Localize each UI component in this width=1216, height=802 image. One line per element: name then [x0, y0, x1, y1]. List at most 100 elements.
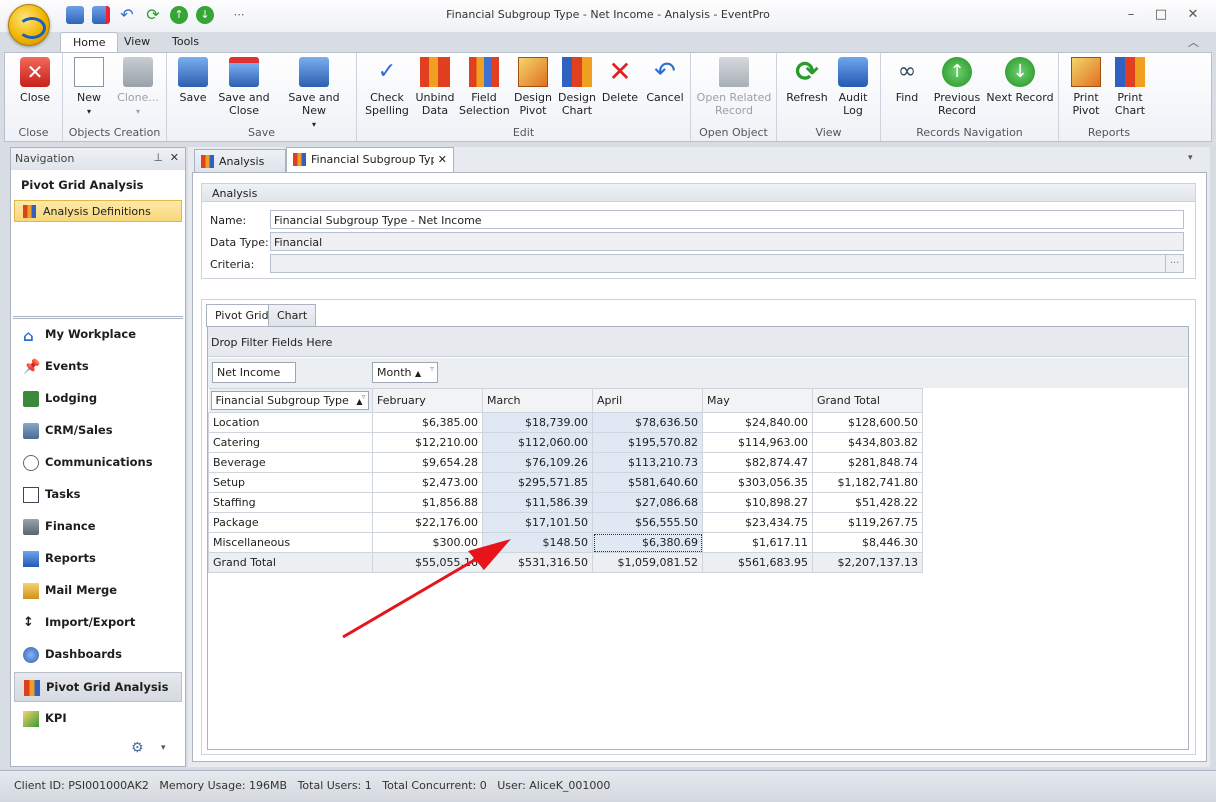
check-spelling-button[interactable]: ✓ Check Spelling — [363, 57, 411, 117]
data-cell[interactable]: $1,182,741.80 — [812, 472, 923, 493]
data-cell[interactable]: $10,898.27 — [702, 492, 813, 513]
row-header[interactable]: Package — [208, 512, 373, 533]
data-cell[interactable]: $2,473.00 — [372, 472, 483, 493]
close-window-button[interactable]: ✕ — [1182, 6, 1204, 24]
row-header[interactable]: Grand Total — [208, 552, 373, 573]
data-cell[interactable]: $24,840.00 — [702, 412, 813, 433]
data-cell[interactable]: $581,640.60 — [592, 472, 703, 493]
column-header[interactable]: February — [372, 388, 483, 413]
data-cell[interactable]: $119,267.75 — [812, 512, 923, 533]
data-cell[interactable]: $18,739.00 — [482, 412, 593, 433]
column-header[interactable]: March — [482, 388, 593, 413]
data-cell[interactable]: $11,586.39 — [482, 492, 593, 513]
data-cell[interactable]: $2,207,137.13 — [812, 552, 923, 573]
tab-list-dropdown-icon[interactable]: ▾ — [1188, 153, 1193, 163]
data-cell[interactable]: $55,055.16 — [372, 552, 483, 573]
data-cell[interactable]: $531,316.50 — [482, 552, 593, 573]
filter-icon[interactable]: ▿ — [361, 392, 365, 401]
doc-tab-financial-subgroup[interactable]: Financial Subgroup Type ✕ — [286, 147, 454, 172]
ribbon-tab-home[interactable]: Home — [60, 32, 119, 53]
field-month[interactable]: Month ▲ ▿ — [372, 362, 438, 383]
save-icon[interactable] — [66, 6, 84, 24]
row-header[interactable]: Miscellaneous — [208, 532, 373, 553]
data-type-field[interactable]: Financial — [270, 232, 1184, 251]
collapse-ribbon-icon[interactable]: ︿ — [1188, 34, 1199, 50]
data-cell[interactable]: $113,210.73 — [592, 452, 703, 473]
nav-communications[interactable]: Communications — [11, 448, 185, 478]
close-button[interactable]: ✕ Close — [13, 57, 57, 104]
data-cell[interactable]: $295,571.85 — [482, 472, 593, 493]
criteria-ellipsis-button[interactable]: ... — [1165, 255, 1183, 272]
nav-events[interactable]: 📌 Events — [11, 352, 185, 382]
data-cell[interactable]: $12,210.00 — [372, 432, 483, 453]
splitter[interactable] — [13, 316, 183, 319]
data-cell[interactable]: $434,803.82 — [812, 432, 923, 453]
column-header[interactable]: Grand Total — [812, 388, 923, 413]
ribbon-tab-tools[interactable]: Tools — [160, 32, 211, 52]
nav-item-analysis-definitions[interactable]: Analysis Definitions — [14, 200, 182, 222]
row-header[interactable]: Setup — [208, 472, 373, 493]
data-cell[interactable]: $6,385.00 — [372, 412, 483, 433]
criteria-field[interactable]: ... — [270, 254, 1184, 273]
previous-record-button[interactable]: ↑ Previous Record — [931, 57, 983, 117]
data-cell[interactable]: $303,056.35 — [702, 472, 813, 493]
audit-log-button[interactable]: Audit Log — [831, 57, 875, 117]
nav-dashboards[interactable]: Dashboards — [11, 640, 185, 670]
maximize-button[interactable]: □ — [1150, 6, 1172, 24]
row-header[interactable]: Staffing — [208, 492, 373, 513]
print-pivot-button[interactable]: Print Pivot — [1065, 57, 1107, 117]
data-cell[interactable]: $148.50 — [482, 532, 593, 553]
undo-icon[interactable]: ↶ — [118, 6, 136, 24]
refresh-button[interactable]: ⟳ Refresh — [783, 57, 831, 105]
data-cell[interactable]: $112,060.00 — [482, 432, 593, 453]
minimize-button[interactable]: – — [1120, 6, 1142, 24]
row-header[interactable]: Catering — [208, 432, 373, 453]
data-cell[interactable]: $17,101.50 — [482, 512, 593, 533]
data-cell[interactable]: $76,109.26 — [482, 452, 593, 473]
column-header[interactable]: April — [592, 388, 703, 413]
filter-drop-area[interactable]: Drop Filter Fields Here — [208, 327, 1188, 357]
nav-finance[interactable]: Finance — [11, 512, 185, 542]
nav-kpi[interactable]: KPI — [11, 704, 185, 734]
filter-icon[interactable]: ▿ — [430, 364, 434, 373]
save-close-icon[interactable] — [92, 6, 110, 24]
data-cell[interactable]: $561,683.95 — [702, 552, 813, 573]
cancel-button[interactable]: ↶ Cancel — [643, 57, 687, 104]
previous-icon[interactable]: ↑ — [170, 6, 188, 24]
data-cell[interactable]: $23,434.75 — [702, 512, 813, 533]
unbind-data-button[interactable]: Unbind Data — [413, 57, 457, 117]
find-button[interactable]: ∞ Find — [887, 57, 927, 104]
configure-icon[interactable]: ⚙ — [131, 740, 144, 756]
nav-my-workplace[interactable]: ⌂ My Workplace — [11, 320, 185, 350]
tab-pivot-grid[interactable]: Pivot Grid — [206, 304, 278, 327]
nav-crm-sales[interactable]: CRM/Sales — [11, 416, 185, 446]
save-and-new-button[interactable]: Save and New ▾ — [275, 57, 353, 131]
refresh-icon[interactable]: ⟳ — [144, 6, 162, 24]
customize-qat-icon[interactable]: ⋯ — [230, 6, 248, 24]
data-cell[interactable]: $51,428.22 — [812, 492, 923, 513]
data-cell[interactable]: $300.00 — [372, 532, 483, 553]
nav-reports[interactable]: Reports — [11, 544, 185, 574]
app-menu-button[interactable] — [8, 4, 50, 46]
data-cell[interactable]: $6,380.69 — [592, 532, 703, 553]
doc-tab-analysis[interactable]: Analysis — [194, 149, 286, 172]
nav-lodging[interactable]: Lodging — [11, 384, 185, 414]
data-cell[interactable]: $27,086.68 — [592, 492, 703, 513]
field-financial-subgroup-type[interactable]: Financial Subgroup Type ▲ ▿ — [210, 391, 369, 410]
data-cell[interactable]: $1,059,081.52 — [592, 552, 703, 573]
chevron-down-icon[interactable]: ▾ — [161, 743, 166, 753]
tab-chart[interactable]: Chart — [268, 304, 317, 326]
ribbon-tab-view[interactable]: View — [112, 32, 162, 52]
data-cell[interactable]: $281,848.74 — [812, 452, 923, 473]
nav-import-export[interactable]: ↕ Import/Export — [11, 608, 185, 638]
new-button[interactable]: New ▾ — [69, 57, 109, 118]
name-field[interactable]: Financial Subgroup Type - Net Income — [270, 210, 1184, 229]
save-and-close-button[interactable]: Save and Close — [217, 57, 271, 117]
nav-tasks[interactable]: Tasks — [11, 480, 185, 510]
clone-button[interactable]: Clone... ▾ — [113, 57, 163, 118]
data-cell[interactable]: $195,570.82 — [592, 432, 703, 453]
pin-icon[interactable]: ⊥ — [153, 151, 163, 164]
design-chart-button[interactable]: Design Chart — [555, 57, 599, 117]
delete-button[interactable]: ✕ Delete — [599, 57, 641, 105]
data-cell[interactable]: $1,617.11 — [702, 532, 813, 553]
